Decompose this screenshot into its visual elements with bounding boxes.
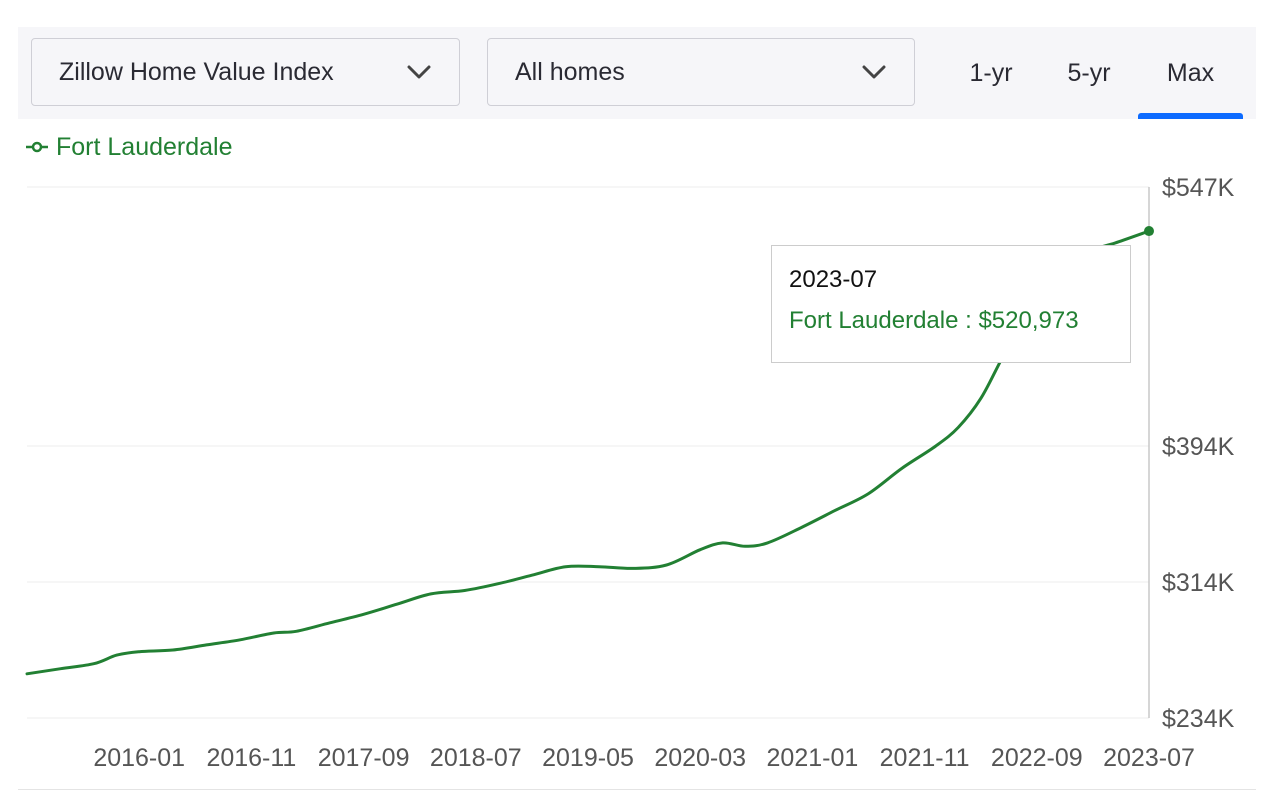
- x-tick-label: 2021-11: [880, 744, 970, 772]
- bottom-divider: [18, 789, 1256, 790]
- x-tick-label: 2022-09: [991, 744, 1083, 772]
- line-chart: $547K $394K $314K $234K 2016-01 2016-11 2017-0…: [25, 174, 1235, 772]
- tooltip-date: 2023-07: [789, 266, 878, 293]
- x-tick-label: 2019-05: [542, 744, 634, 772]
- chart-tooltip: 2023-07 Fort Lauderdale : $520,973: [771, 245, 1131, 363]
- tooltip-value: Fort Lauderdale : $520,973: [789, 307, 1079, 334]
- x-tick-label: 2021-01: [767, 744, 859, 772]
- x-tick-label: 2016-11: [206, 744, 296, 772]
- hover-point-marker: [1144, 226, 1154, 237]
- y-tick-label: $314K: [1162, 569, 1235, 597]
- x-tick-label: 2023-07: [1103, 744, 1195, 772]
- x-tick-label: 2018-07: [430, 744, 522, 772]
- x-tick-label: 2016-01: [93, 744, 185, 772]
- y-tick-label: $394K: [1162, 433, 1235, 461]
- x-tick-label: 2020-03: [654, 744, 746, 772]
- y-tick-label: $547K: [1162, 174, 1235, 202]
- x-tick-label: 2017-09: [318, 744, 410, 772]
- y-tick-label: $234K: [1162, 705, 1235, 733]
